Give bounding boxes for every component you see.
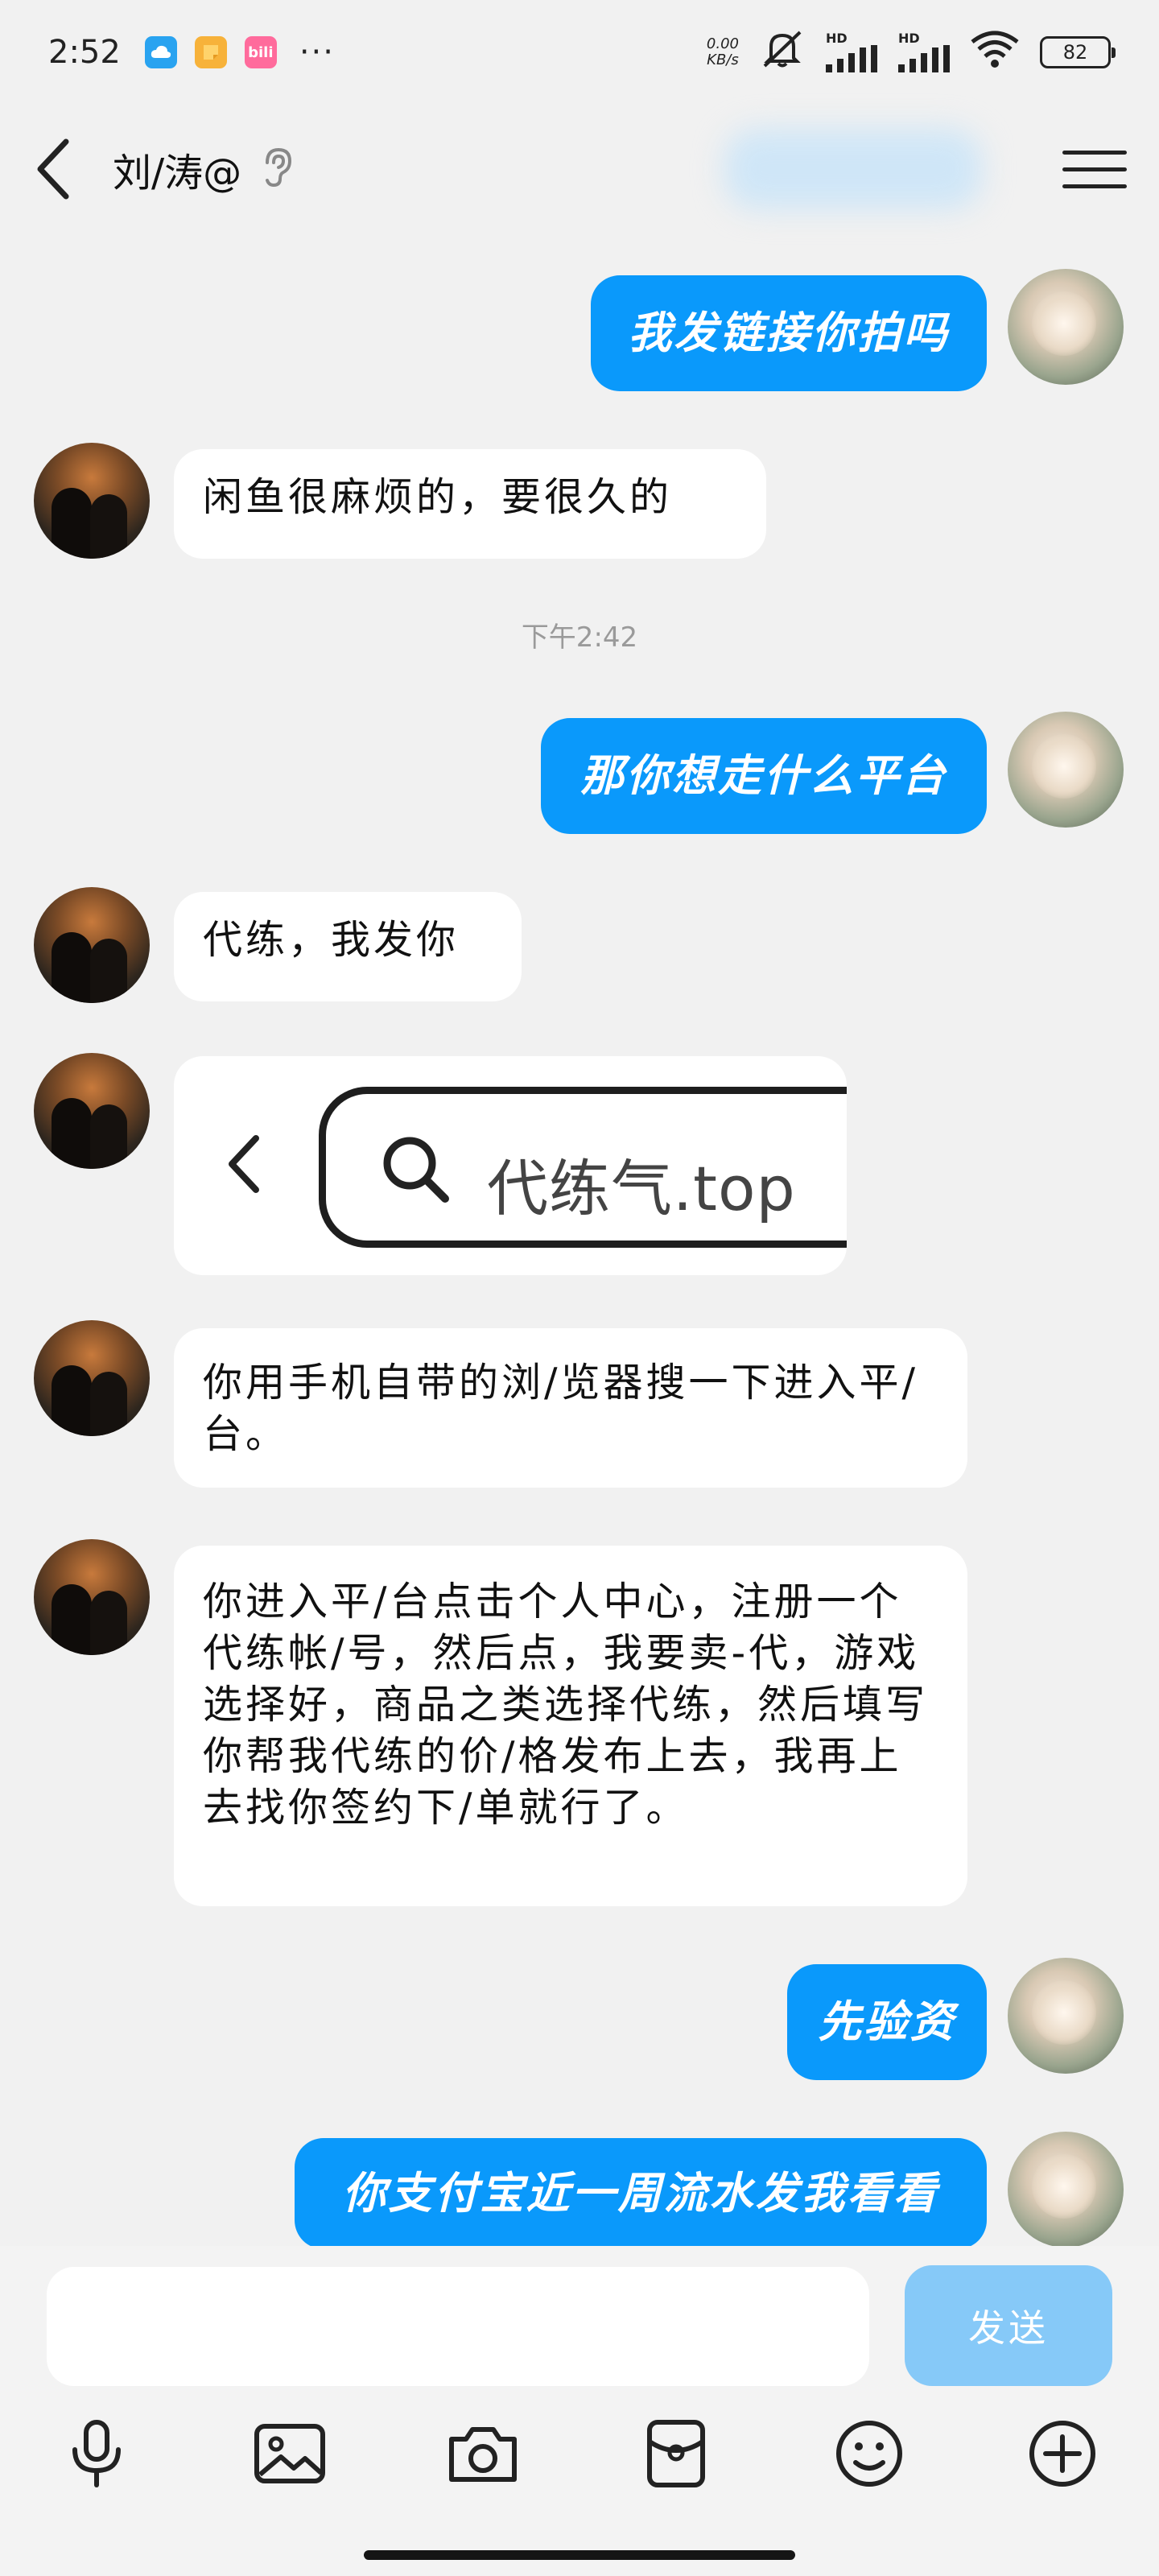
image-message-card[interactable]: 代练气.top <box>174 1056 847 1275</box>
mute-icon <box>760 29 805 76</box>
plus-circle-icon <box>1029 2421 1095 2487</box>
search-box-screenshot: 代练气.top <box>319 1087 847 1248</box>
composer: 发送 <box>0 2246 1159 2576</box>
my-avatar[interactable] <box>1008 269 1124 385</box>
emoji-button[interactable] <box>829 2413 909 2494</box>
message-bubble-incoming[interactable]: 闲鱼很麻烦的，要很久的 <box>174 449 766 559</box>
contact-avatar[interactable] <box>34 1053 150 1169</box>
voice-button[interactable] <box>56 2413 137 2494</box>
signal-icon-1: HD <box>826 32 877 72</box>
chevron-left-icon <box>37 138 69 200</box>
message-bubble-outgoing[interactable]: 我发链接你拍吗 <box>591 275 987 391</box>
contact-avatar[interactable] <box>34 1320 150 1436</box>
chat-header: 刘/涛@ <box>0 113 1159 225</box>
camera-icon <box>449 2427 517 2482</box>
my-avatar[interactable] <box>1008 2132 1124 2248</box>
network-speed: 0.00 KB/s <box>706 35 739 68</box>
message-bubble-outgoing[interactable]: 你支付宝近一周流水发我看看 <box>295 2138 987 2249</box>
cloud-app-icon <box>144 36 177 68</box>
contact-avatar[interactable] <box>34 887 150 1003</box>
wifi-icon <box>971 31 1019 75</box>
battery-indicator: 82 <box>1040 36 1116 68</box>
composer-toolbar <box>0 2413 1159 2502</box>
message-bubble-incoming[interactable]: 你用手机自带的浏/览器搜一下进入平/台。 <box>174 1328 967 1488</box>
chevron-left-icon <box>229 1135 259 1193</box>
search-icon <box>383 1137 449 1203</box>
bilibili-app-icon: bili <box>244 36 277 68</box>
message-bubble-incoming[interactable]: 代练，我发你 <box>174 892 522 1001</box>
more-notifications-icon: ··· <box>299 34 335 71</box>
message-timestamp: 下午2:42 <box>521 621 638 654</box>
redacted-area <box>724 129 982 209</box>
contact-avatar[interactable] <box>34 443 150 559</box>
status-bar: 2:52 bili ··· 0.00 KB/s HD HD 82 <box>0 0 1159 105</box>
send-button[interactable]: 发送 <box>905 2265 1112 2386</box>
home-indicator[interactable] <box>364 2550 795 2560</box>
ear-icon[interactable] <box>261 147 293 192</box>
microphone-icon <box>72 2420 121 2487</box>
red-packet-icon <box>647 2420 705 2487</box>
smiley-icon <box>836 2421 902 2487</box>
menu-icon-line <box>1062 167 1127 171</box>
red-packet-button[interactable] <box>636 2413 716 2494</box>
message-bubble-outgoing[interactable]: 先验资 <box>787 1964 987 2080</box>
message-input[interactable] <box>47 2267 869 2386</box>
image-icon <box>254 2424 325 2483</box>
my-avatar[interactable] <box>1008 1958 1124 2074</box>
search-text: 代练气.top <box>487 1153 796 1224</box>
photo-button[interactable] <box>250 2413 330 2494</box>
menu-icon-line <box>1062 184 1127 188</box>
menu-icon-line <box>1062 150 1127 155</box>
camera-button[interactable] <box>443 2413 523 2494</box>
message-bubble-incoming[interactable]: 你进入平/台点击个人中心，注册一个代练帐/号，然后点，我要卖-代，游戏选择好，商… <box>174 1546 967 1906</box>
menu-button[interactable] <box>1062 137 1127 201</box>
contact-avatar[interactable] <box>34 1539 150 1655</box>
clock: 2:52 <box>48 34 121 71</box>
more-button[interactable] <box>1022 2413 1103 2494</box>
message-bubble-outgoing[interactable]: 那你想走什么平台 <box>541 718 987 834</box>
chat-title[interactable]: 刘/涛@ <box>113 141 241 197</box>
back-button[interactable] <box>32 133 89 205</box>
note-app-icon <box>194 36 227 68</box>
my-avatar[interactable] <box>1008 712 1124 828</box>
signal-icon-2: HD <box>898 32 950 72</box>
